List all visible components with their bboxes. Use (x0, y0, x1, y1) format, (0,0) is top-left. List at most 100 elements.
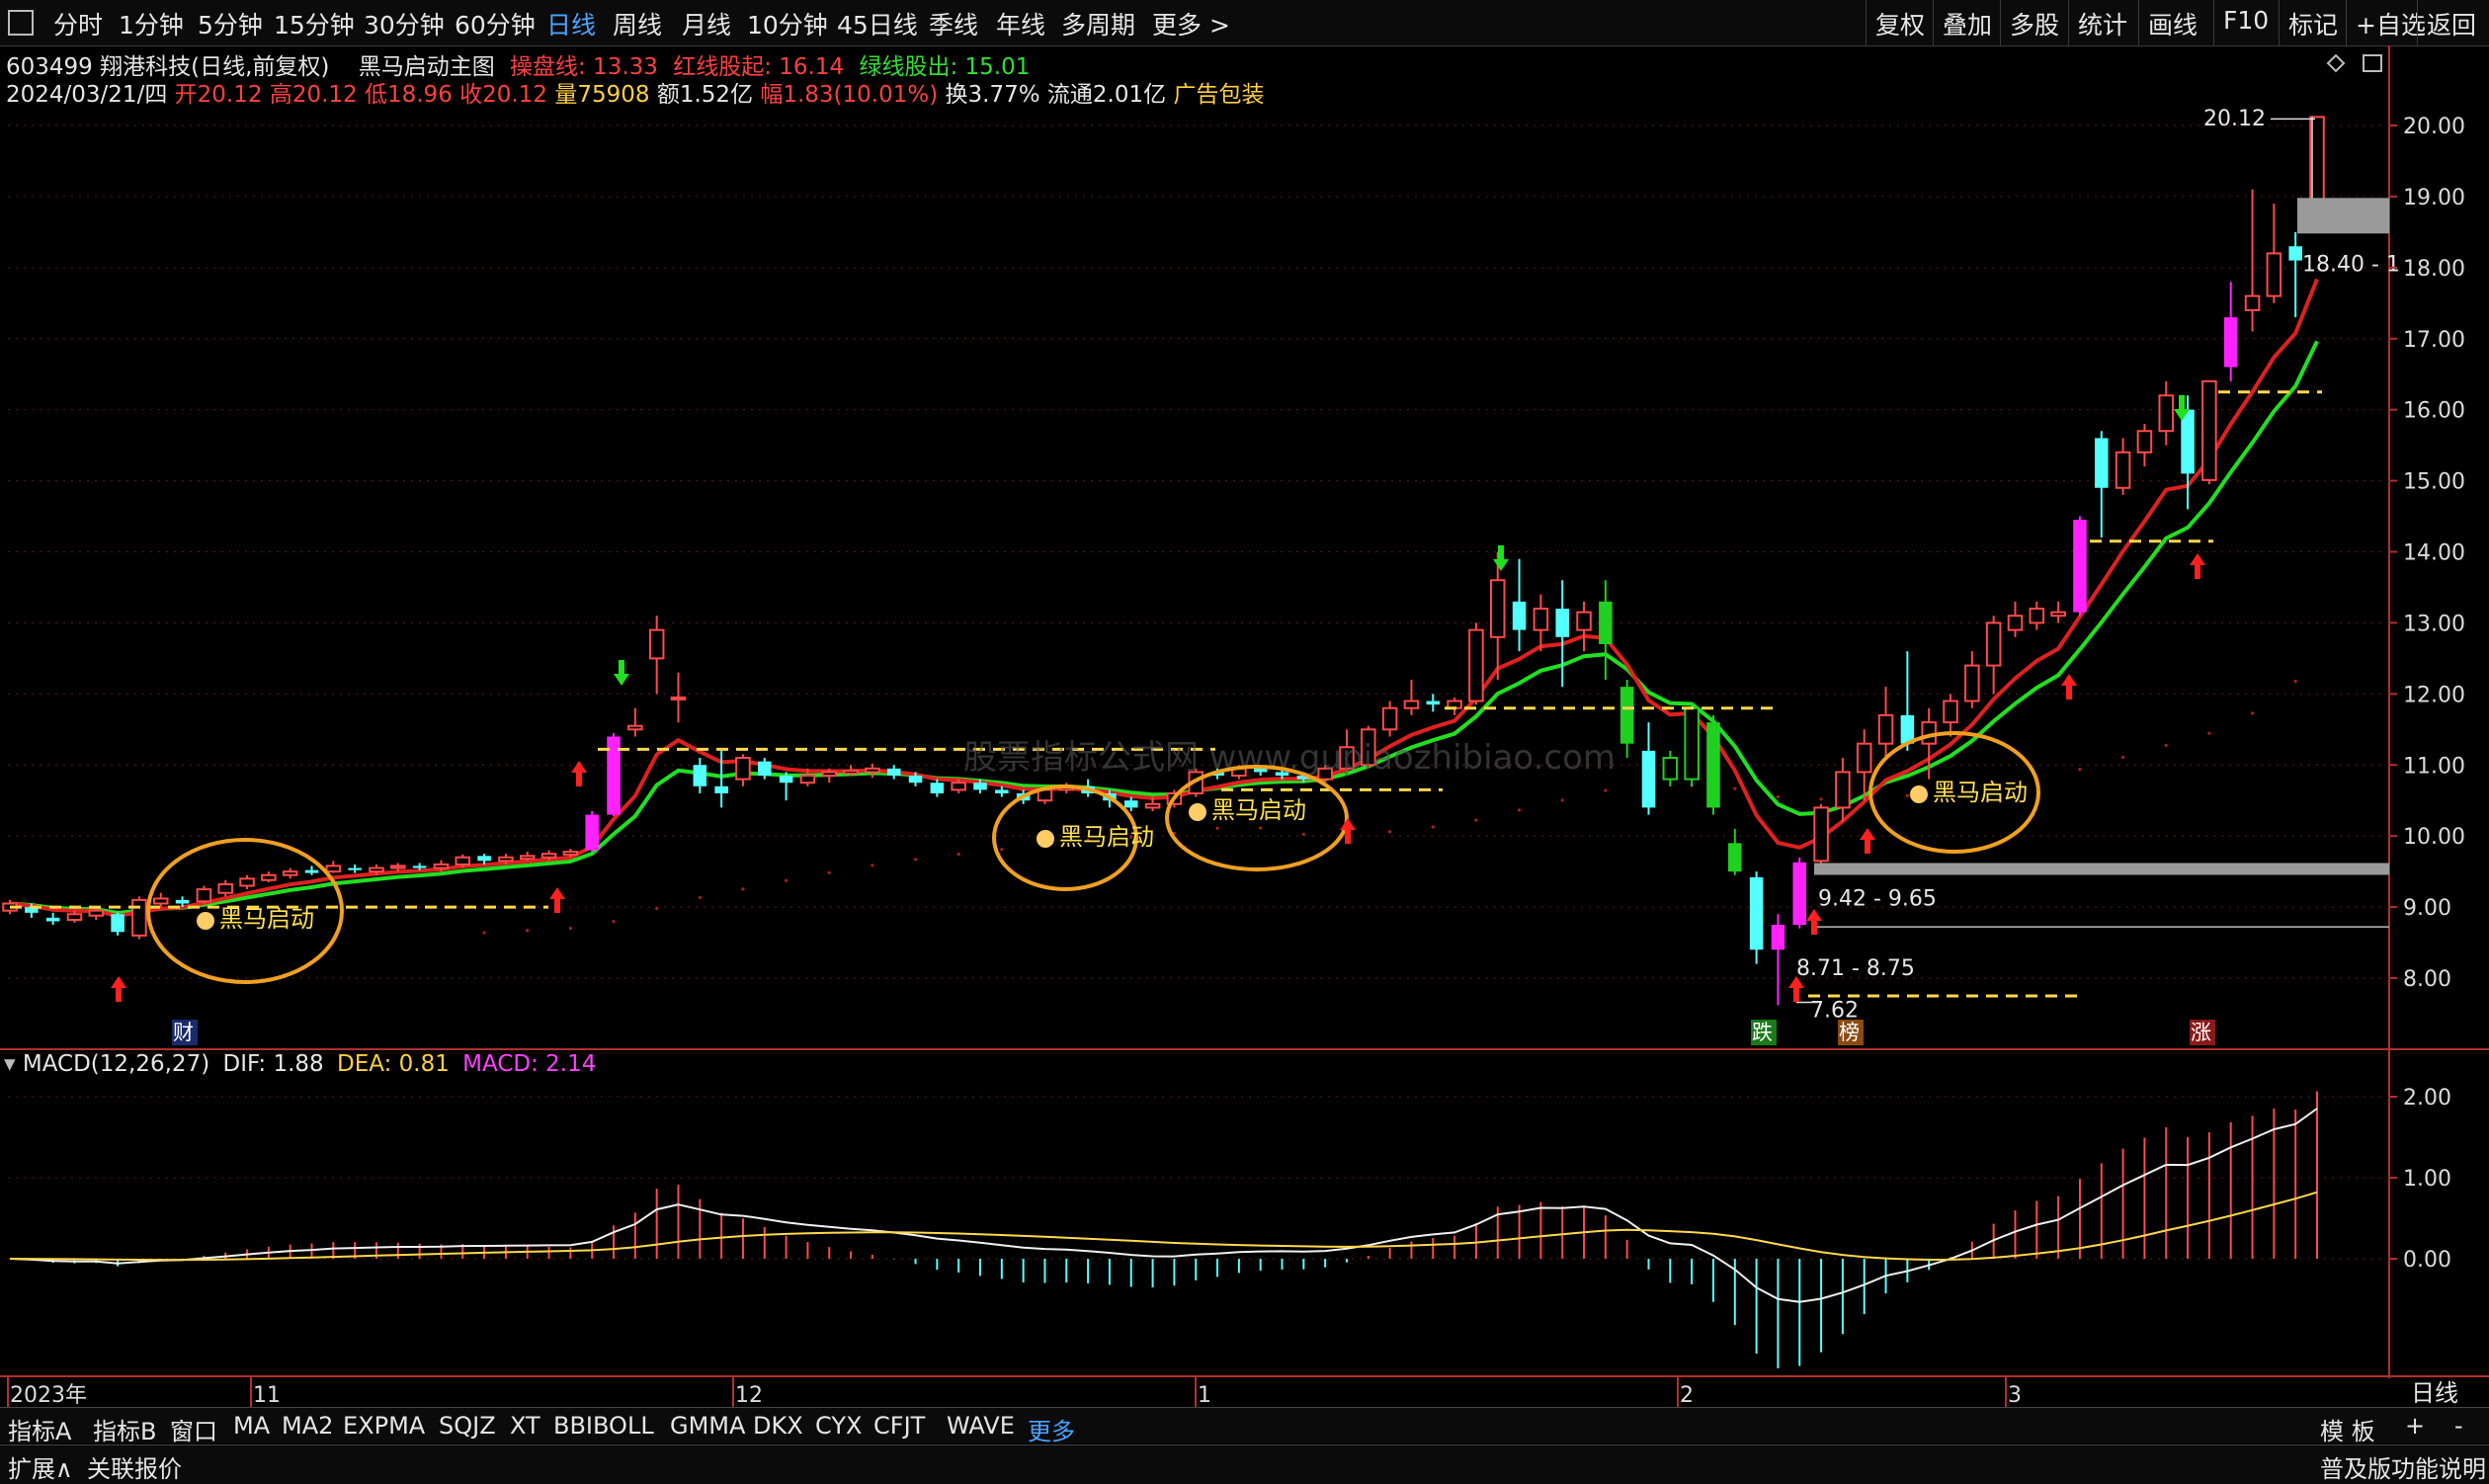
indicator-tab-6[interactable]: SQJZ (439, 1412, 496, 1440)
price-axis-label: 19.00 (2403, 186, 2465, 210)
max-price-label: 20.12 (2203, 107, 2266, 131)
candle-body (2073, 520, 2087, 613)
candle-body (2115, 451, 2131, 489)
support-dot (1776, 794, 1781, 799)
related-quote-button[interactable]: 关联报价 (87, 1449, 182, 1484)
candle-body (196, 888, 212, 903)
support-dot (827, 870, 831, 874)
price-axis-label: 13.00 (2403, 612, 2465, 636)
indicator-tab-3[interactable]: MA (233, 1412, 270, 1440)
candle-body (735, 757, 751, 781)
candle-body (585, 814, 599, 851)
candle-body (477, 856, 491, 862)
candle-body (433, 863, 450, 869)
candle-body (973, 783, 987, 790)
macd-axis-label: 0.00 (2403, 1248, 2451, 1273)
period-label: 日线 (2411, 1379, 2458, 1407)
edition-info[interactable]: 普及版功能说明 (2320, 1449, 2486, 1484)
price-axis-label: 12.00 (2403, 683, 2465, 707)
macd-collapse-icon[interactable]: ▾ (4, 1051, 16, 1077)
callout-4-hand-icon (1910, 785, 1928, 803)
indicator-tab-5[interactable]: EXPMA (343, 1412, 425, 1440)
support-dot (913, 858, 918, 862)
candle-body (1144, 802, 1161, 809)
support-dot (1474, 818, 1478, 822)
red-ma-line (9, 278, 2319, 919)
indicator-tab-9[interactable]: GMMA (670, 1412, 745, 1440)
candle-body (930, 783, 945, 794)
candle-body (261, 873, 277, 881)
callout-1-hand-icon (197, 912, 214, 930)
indicator-tab-12[interactable]: CFJT (873, 1412, 925, 1440)
support-dot (612, 920, 616, 924)
price-axis-label: 16.00 (2403, 399, 2465, 424)
candle-body (1426, 701, 1441, 705)
indicator-tab-4[interactable]: MA2 (282, 1412, 333, 1440)
indicator-tab-0[interactable]: 指标A (8, 1412, 71, 1446)
candle-body (2158, 394, 2175, 433)
support-dot (2207, 731, 2211, 735)
kline-chart[interactable]: 9.42 - 9.658.71 - 8.757.6218.40 - 120.12… (0, 0, 2489, 1407)
callout-3-label: 黑马启动 (1211, 796, 1306, 824)
support-dot (2120, 755, 2125, 760)
indicator-tab-13[interactable]: WAVE (947, 1412, 1015, 1440)
candle-body (1856, 742, 1872, 774)
candle-body (1877, 713, 1894, 745)
tag-cai: 财 (173, 1021, 194, 1044)
candle-body (152, 897, 169, 905)
candle-body (1533, 608, 1549, 631)
support-dot (785, 878, 788, 882)
macd-axis-label: 2.00 (2403, 1086, 2451, 1111)
candle-body (1641, 750, 1656, 808)
indicator-tab-1[interactable]: 指标B (93, 1412, 156, 1446)
candle-body (1771, 925, 1785, 950)
time-axis-label: 11 (253, 1383, 281, 1407)
indicator-tab-11[interactable]: CYX (815, 1412, 862, 1440)
price-axis-label: 9.00 (2403, 896, 2451, 921)
template-button[interactable]: 模 板 (2320, 1412, 2375, 1446)
indicator-tab-7[interactable]: XT (510, 1412, 540, 1440)
support-dot (1000, 848, 1004, 852)
indicator-tab-2[interactable]: 窗口 (170, 1412, 217, 1446)
candle-body (1813, 806, 1829, 863)
time-axis-label: 12 (735, 1383, 763, 1407)
candle-body (1662, 757, 1679, 781)
candle-body (2136, 430, 2153, 453)
macd-name[interactable]: MACD(12,26,27) (23, 1051, 209, 1077)
candle-body (45, 917, 60, 922)
callout-1-label: 黑马启动 (219, 905, 314, 933)
candle-body (2244, 294, 2261, 311)
support-dot (871, 864, 874, 867)
candle-body (304, 869, 319, 873)
support-dot (2164, 743, 2168, 748)
candle-body (1943, 700, 1958, 724)
candle-body (714, 785, 728, 794)
zoom-in-button[interactable]: + (2405, 1412, 2425, 1440)
candle-body (1684, 706, 1700, 781)
indicator-tab-14[interactable]: 更多 (1028, 1412, 1075, 1446)
buy-arrow-icon (111, 976, 126, 1002)
tag-bang: 榜 (1839, 1021, 1860, 1044)
candle-body (779, 776, 793, 783)
time-axis-label: 2 (1680, 1383, 1694, 1407)
macd-dif: DIF: 1.88 (222, 1051, 324, 1077)
candle-body (66, 913, 83, 922)
zoom-out-button[interactable]: - (2454, 1412, 2463, 1440)
candle-body (865, 767, 880, 774)
candle-body (88, 909, 105, 917)
buy-arrow-icon (2190, 553, 2205, 579)
support-dot (698, 895, 702, 900)
candle-body (2223, 317, 2238, 368)
candle-body (693, 765, 707, 786)
indicator-tab-10[interactable]: DKX (753, 1412, 803, 1440)
buy-arrow-icon (571, 761, 587, 786)
candle-body (540, 853, 557, 859)
indicator-tab-8[interactable]: BBIBOLL (553, 1412, 654, 1440)
tag-die: 跌 (1752, 1021, 1773, 1044)
candle-body (562, 850, 579, 856)
price-axis-label: 18.00 (2403, 257, 2465, 282)
time-axis-label: 1 (1198, 1383, 1211, 1407)
expand-button[interactable]: 扩展∧ (8, 1449, 73, 1484)
candle-body (455, 856, 471, 866)
macd-info-line: ▾ MACD(12,26,27) DIF: 1.88 DEA: 0.81 MAC… (4, 1051, 596, 1077)
